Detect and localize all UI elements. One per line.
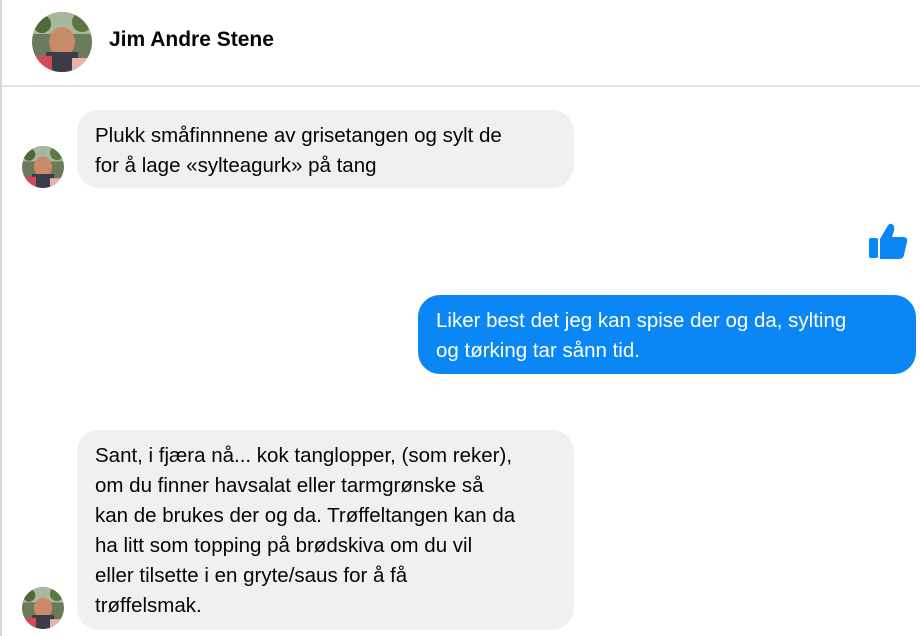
thumbs-up-icon[interactable] <box>866 219 910 263</box>
sender-avatar[interactable] <box>22 587 64 629</box>
message-text-line: Liker best det jeg kan spise der og da, … <box>436 309 847 332</box>
message-bubble-incoming[interactable]: Sant, i fjæra nå... kok tanglopper, (som… <box>77 430 574 630</box>
window-border <box>0 0 2 636</box>
contact-name[interactable]: Jim Andre Stene <box>109 28 274 52</box>
message-text-line: om du finner havsalat eller tarmgrønske … <box>95 474 484 497</box>
message-text-line: Plukk småfinnnene av grisetangen og sylt… <box>95 124 502 147</box>
sender-avatar[interactable] <box>22 146 64 188</box>
message-text-line: og tørking tar sånn tid. <box>436 339 640 362</box>
message-text-line: trøffelsmak. <box>95 594 202 617</box>
message-bubble-incoming[interactable]: Plukk småfinnnene av grisetangen og sylt… <box>77 110 574 188</box>
conversation-header: Jim Andre Stene <box>2 0 920 87</box>
message-text-line: Sant, i fjæra nå... kok tanglopper, (som… <box>95 444 513 467</box>
message-text-line: eller tilsette i en gryte/saus for å få <box>95 564 408 587</box>
contact-avatar[interactable] <box>32 12 92 72</box>
message-text-line: ha litt som topping på brødskiva om du v… <box>95 534 473 557</box>
message-text-line: kan de brukes der og da. Trøffeltangen k… <box>95 504 516 527</box>
message-bubble-outgoing[interactable]: Liker best det jeg kan spise der og da, … <box>418 295 916 374</box>
message-text-line: for å lage «sylteagurk» på tang <box>95 154 377 177</box>
